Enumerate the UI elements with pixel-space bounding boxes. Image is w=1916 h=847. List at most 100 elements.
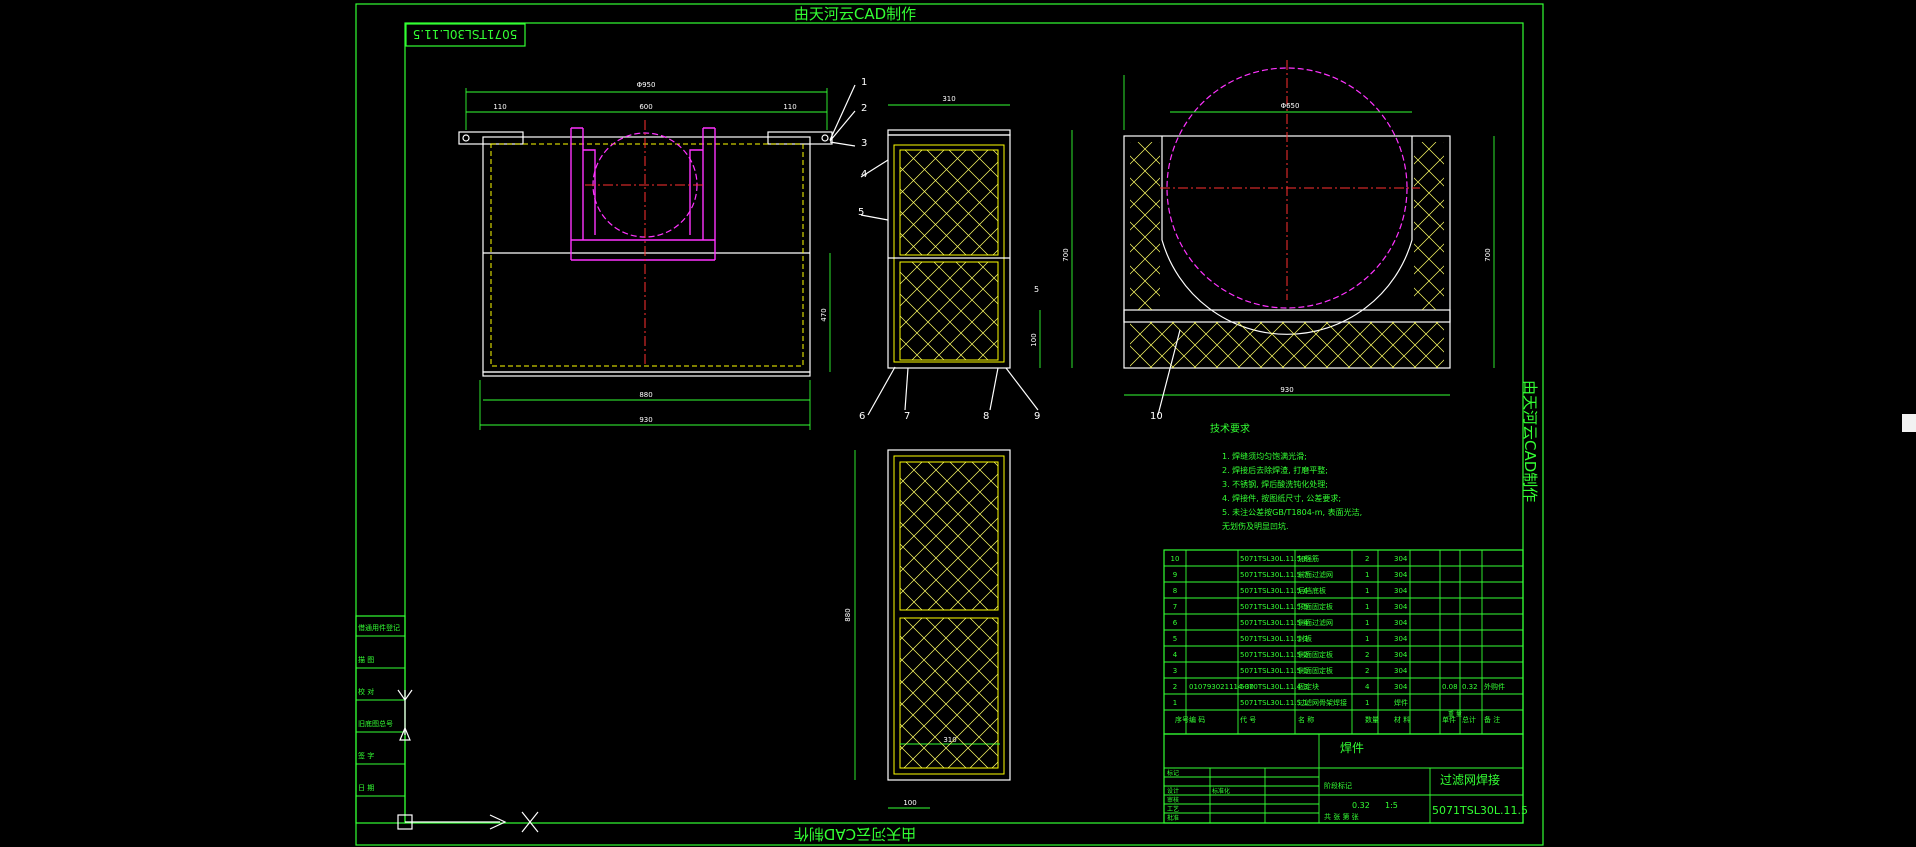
title-drawing-name: 过滤网焊接 (1440, 772, 1500, 787)
bom-cell-name: 前面过滤网 (1298, 570, 1333, 579)
strip-item-3: 校 对 (358, 687, 374, 696)
balloon-10: 10 (1150, 411, 1163, 422)
bom-cell-mat: 304 (1394, 619, 1408, 627)
bom-cell-name: 侧面过滤网 (1298, 618, 1333, 627)
title-label-standard: 标准化 (1212, 787, 1230, 795)
bom-cell-no: 7 (1173, 603, 1177, 611)
tech-item-3: 3. 不锈钢, 焊后酸洗钝化处理; (1222, 479, 1328, 489)
bom-cell-no: 9 (1173, 571, 1177, 579)
dim-lower-width: 310 (943, 736, 956, 744)
title-material: 焊件 (1340, 740, 1364, 755)
bom-cell-qty: 1 (1365, 635, 1369, 643)
bom-cell-mat: 304 (1394, 555, 1408, 563)
bom-cell-no: 6 (1173, 619, 1178, 627)
part-balloons: 1 2 3 4 5 6 7 8 9 10 (829, 77, 1181, 422)
bom-cell-mat: 焊件 (1394, 698, 1408, 707)
title-label-design: 设计 (1167, 787, 1179, 795)
bom-cell-qty: 4 (1365, 683, 1370, 691)
bom-cell-qty: 1 (1365, 587, 1369, 595)
bom-cell-no: 10 (1171, 555, 1180, 563)
dim-side-small: 100 (1030, 333, 1038, 346)
title-sheet-label: 共 张 第 张 (1324, 812, 1359, 821)
ucs-icon (397, 689, 539, 833)
bom-cell-name: 固定块 (1298, 682, 1319, 691)
bom-cell-no: 5 (1173, 635, 1177, 643)
strip-item-2: 描 图 (358, 655, 374, 664)
bom-cell-qty: 1 (1365, 603, 1369, 611)
dim-right-height: 700 (1484, 248, 1492, 261)
title-weight: 0.32 (1352, 801, 1370, 810)
bom-cell-name: 过滤网骨架焊接 (1298, 698, 1347, 707)
bom-cell-name: 侧面固定板 (1298, 650, 1333, 659)
bom-cell-note: 外购件 (1484, 682, 1505, 691)
strip-item-6: 日 期 (358, 784, 374, 792)
bom-cell-mat: 304 (1394, 683, 1408, 691)
watermark-bottom: 由天河云CAD制作 (794, 825, 916, 843)
bom-cell-qty: 1 (1365, 699, 1369, 707)
bom-cell-no: 2 (1173, 683, 1177, 691)
title-stage-label: 阶段标记 (1324, 781, 1352, 790)
bom-cell-name: 封板 (1298, 634, 1312, 643)
bill-of-materials: 10 5071TSL30L.11.5-8加强筋 2 3049 5071TSL30L.11… (1163, 549, 1524, 735)
bom-cell-qty: 2 (1365, 555, 1369, 563)
dim-circle-dia: Φ650 (1281, 102, 1300, 110)
bom-cell-qty: 1 (1365, 571, 1369, 579)
balloon-1: 1 (861, 77, 867, 88)
bom-cell-w1: 0.08 (1442, 683, 1458, 691)
title-block: 焊件 过滤网焊接 5071TSL30L.11.5 0.32 1:5 阶段标记 共… (1163, 733, 1528, 824)
inner-border (404, 22, 1524, 824)
dim-top-left: 110 (493, 103, 506, 111)
balloon-7: 7 (904, 411, 910, 422)
title-label-process: 工艺 (1167, 805, 1179, 813)
balloon-5: 5 (858, 207, 864, 218)
bom-header: 名 称 (1298, 715, 1314, 724)
tech-item-5: 5. 未注公差按GB/T1804-m, 表面光洁, (1222, 507, 1362, 517)
bom-header: 代 号 (1240, 715, 1256, 724)
tech-item-4: 4. 焊接件, 按图纸尺寸, 公差要求; (1222, 493, 1341, 503)
watermark-side: 由天河云CAD制作 (1521, 380, 1539, 502)
bom-cell-mat: 304 (1394, 651, 1408, 659)
bom-cell-no: 3 (1173, 667, 1177, 675)
bom-cell-mat: 304 (1394, 667, 1408, 675)
dim-right-width: 930 (1280, 386, 1293, 394)
bom-cell-qty: 1 (1365, 619, 1369, 627)
dim-left-height: 470 (820, 308, 828, 321)
balloon-9: 9 (1034, 411, 1040, 422)
tech-item-2: 2. 焊接后去除焊渣, 打磨平整; (1222, 465, 1328, 475)
bom-header: 备 注 (1484, 715, 1500, 724)
dim-side-height: 700 (1062, 248, 1070, 261)
bom-header: 序号 (1175, 715, 1189, 724)
bom-cell-no: 4 (1173, 651, 1178, 659)
title-label-review: 审核 (1167, 796, 1179, 804)
bom-cell-no: 8 (1173, 587, 1177, 595)
bom-cell-qty: 2 (1365, 667, 1369, 675)
bom-cell-name: 顶面固定板 (1298, 602, 1333, 611)
bom-cell-mat: 304 (1394, 571, 1408, 579)
dim-top-mid: 600 (639, 103, 652, 111)
drawing-code-text: 5071TSL30L.11.5 (413, 27, 518, 41)
bom-cell-mat: 304 (1394, 587, 1408, 595)
scrollbar-thumb[interactable] (1902, 414, 1916, 432)
watermark-top: 由天河云CAD制作 (794, 5, 916, 23)
dim-lower-bottom: 100 (903, 799, 916, 807)
dim-side-width: 310 (942, 95, 955, 103)
title-label-mark: 标记 (1167, 769, 1179, 777)
dim-bottom-outer: 930 (639, 416, 652, 424)
left-strip: 借通用件登记 描 图 校 对 旧底图总号 签 字 日 期 (355, 615, 406, 824)
bom-cell-qty: 2 (1365, 651, 1369, 659)
strip-item-4: 旧底图总号 (358, 719, 393, 728)
lower-view: 880 310 100 (844, 449, 1011, 809)
bom-header: 数量 (1365, 715, 1379, 724)
bom-header: 材 料 (1394, 715, 1410, 724)
bom-cell-name: 侧面固定板 (1298, 666, 1333, 675)
tech-item-6: 无划伤及明显凹坑. (1222, 521, 1289, 531)
bom-cell-mat: 304 (1394, 635, 1408, 643)
dim-top-right: 110 (783, 103, 796, 111)
side-view: 310 700 100 5 (887, 95, 1073, 369)
strip-item-1: 借通用件登记 (358, 623, 400, 632)
dim-bottom-inner: 880 (639, 391, 652, 399)
dim-top-overall: Φ950 (637, 81, 656, 89)
title-scale: 1:5 (1385, 801, 1398, 810)
cad-drawing-canvas[interactable]: 由天河云CAD制作 由天河云CAD制作 由天河云CAD制作 5071TSL30L… (0, 0, 1916, 847)
bom-header: 编 码 (1189, 715, 1205, 724)
